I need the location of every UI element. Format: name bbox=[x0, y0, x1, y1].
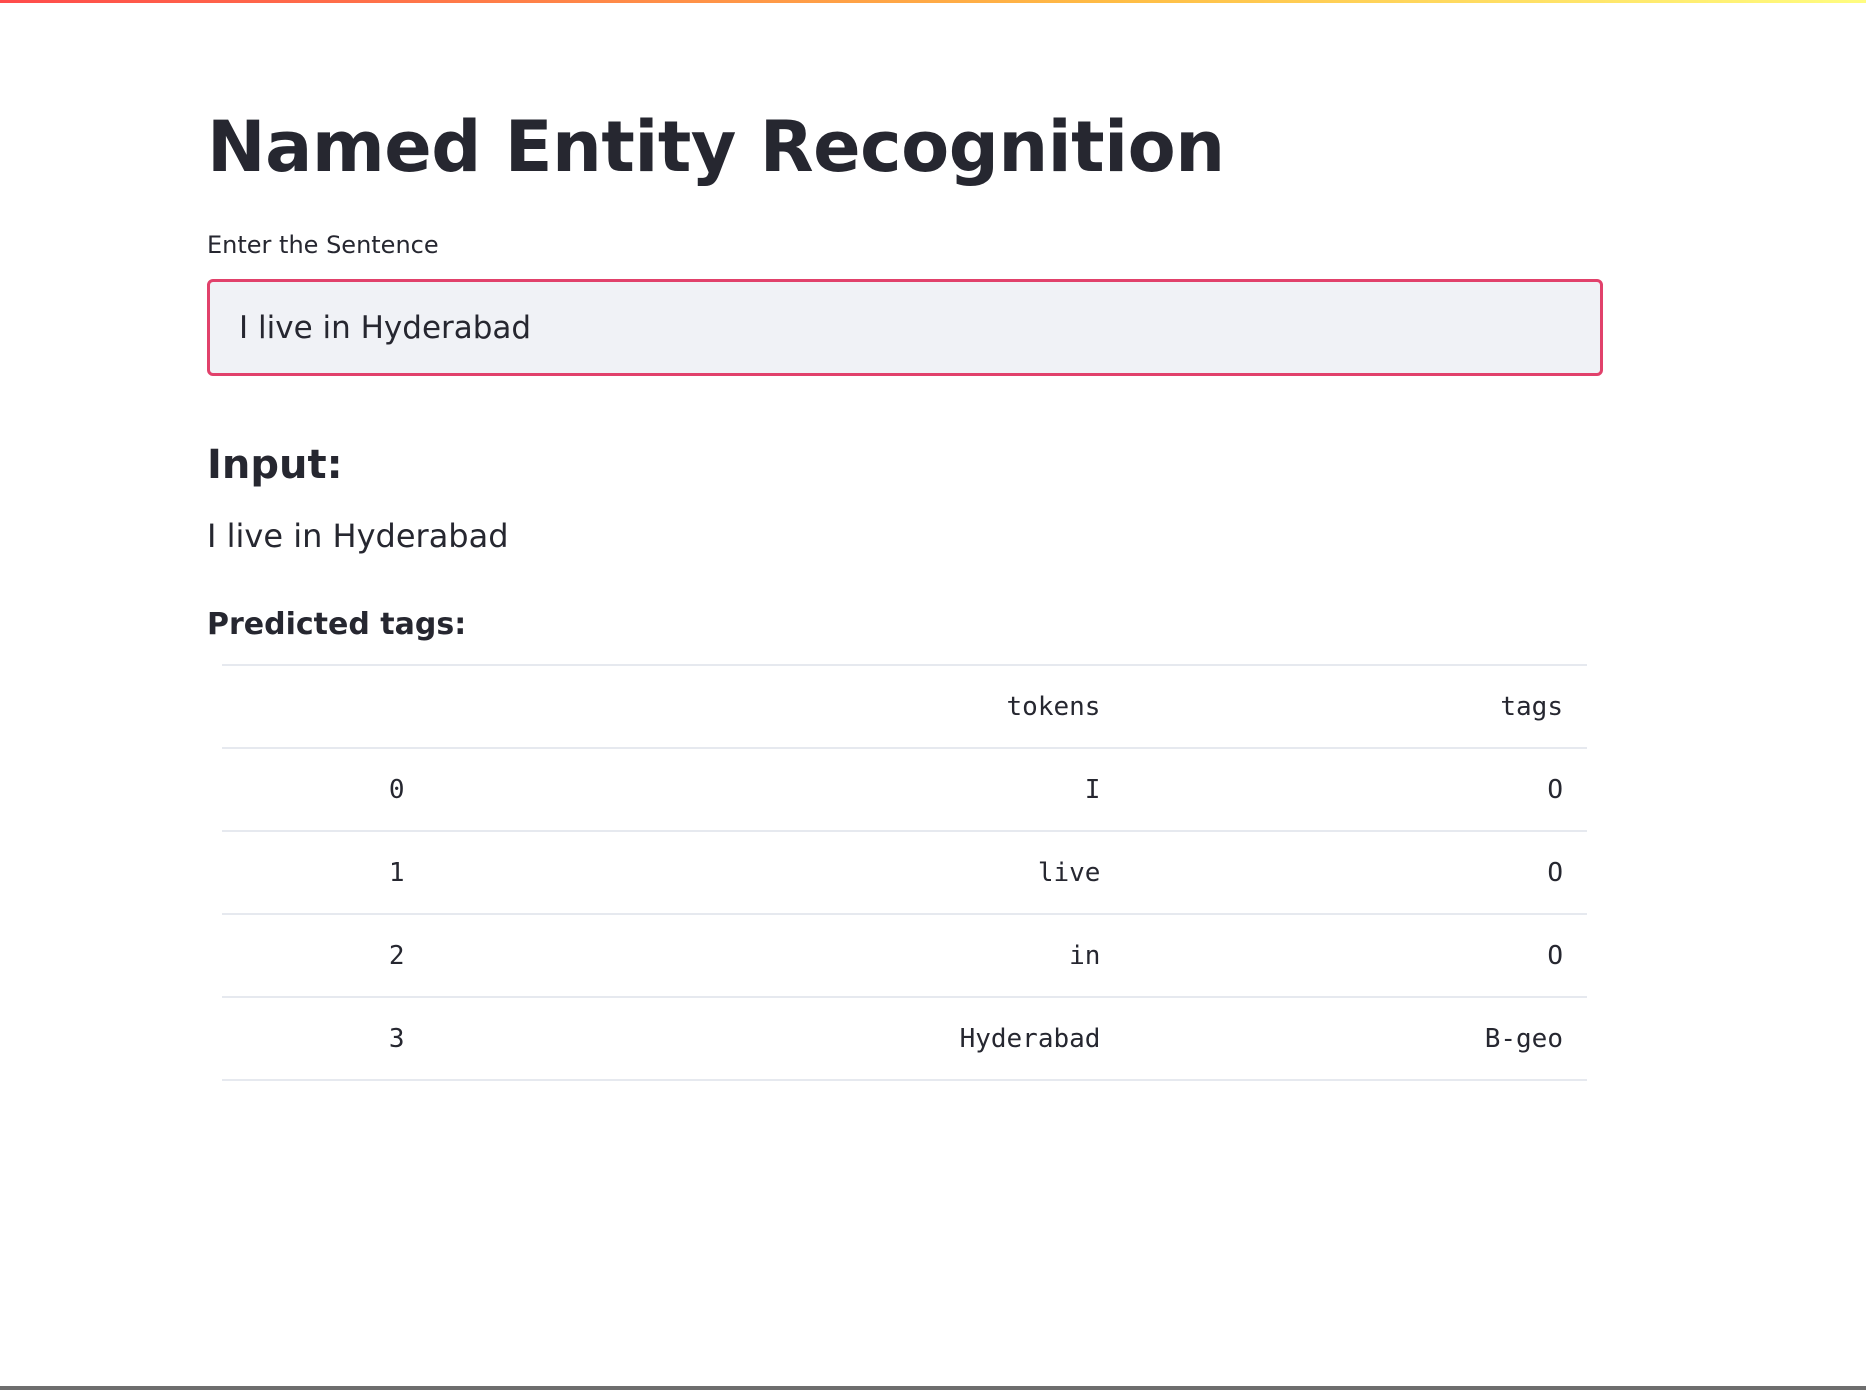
input-echo-text: I live in Hyderabad bbox=[207, 517, 509, 555]
token-cell: Hyderabad bbox=[428, 997, 1125, 1081]
tag-cell: O bbox=[1124, 748, 1587, 832]
table-row: 3 Hyderabad B-geo bbox=[222, 997, 1587, 1081]
tags-column-header: tags bbox=[1124, 665, 1587, 749]
row-index-cell: 1 bbox=[222, 831, 429, 915]
sentence-input-label: Enter the Sentence bbox=[207, 231, 439, 259]
table-row: 2 in O bbox=[222, 914, 1587, 998]
row-index-cell: 0 bbox=[222, 748, 429, 832]
tag-cell: B-geo bbox=[1124, 997, 1587, 1081]
header-decoration-bar bbox=[0, 0, 1866, 3]
predicted-tags-heading: Predicted tags: bbox=[207, 607, 467, 642]
window-bottom-edge bbox=[0, 1386, 1866, 1390]
index-column-header bbox=[222, 665, 429, 749]
sentence-input-container bbox=[207, 279, 1603, 376]
token-cell: I bbox=[428, 748, 1125, 832]
page-title: Named Entity Recognition bbox=[207, 106, 1225, 188]
row-index-cell: 2 bbox=[222, 914, 429, 998]
predicted-tags-table: tokens tags 0 I O 1 live O 2 in O 3 Hyde… bbox=[222, 664, 1587, 1081]
tokens-column-header: tokens bbox=[428, 665, 1125, 749]
sentence-input[interactable] bbox=[210, 282, 1600, 373]
tag-cell: O bbox=[1124, 914, 1587, 998]
token-cell: in bbox=[428, 914, 1125, 998]
input-heading: Input: bbox=[207, 442, 343, 488]
table-row: 1 live O bbox=[222, 831, 1587, 915]
row-index-cell: 3 bbox=[222, 997, 429, 1081]
table-row: 0 I O bbox=[222, 748, 1587, 832]
token-cell: live bbox=[428, 831, 1125, 915]
table-header-row: tokens tags bbox=[222, 665, 1587, 749]
tag-cell: O bbox=[1124, 831, 1587, 915]
